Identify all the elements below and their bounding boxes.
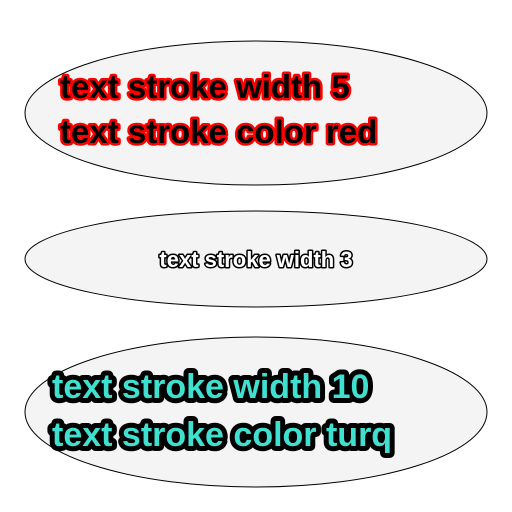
ellipse-node-2[interactable]: text stroke width 3 bbox=[24, 210, 488, 308]
ellipse-shape-3 bbox=[24, 336, 488, 488]
canvas: text stroke width 5 text stroke color re… bbox=[0, 0, 512, 512]
label-1-line-1: text stroke width 5 bbox=[60, 68, 350, 105]
label-2-line-1: text stroke width 3 bbox=[159, 247, 352, 272]
label-1-line-2: text stroke color red bbox=[60, 113, 377, 150]
label-3-line-1: text stroke width 10 bbox=[52, 368, 369, 406]
ellipse-node-1[interactable]: text stroke width 5 text stroke color re… bbox=[24, 40, 488, 186]
label-3-line-2: text stroke color turq bbox=[52, 416, 392, 454]
ellipse-node-3[interactable]: text stroke width 10 text stroke color t… bbox=[24, 336, 488, 488]
diagram-canvas: text stroke width 5 text stroke color re… bbox=[24, 40, 488, 488]
